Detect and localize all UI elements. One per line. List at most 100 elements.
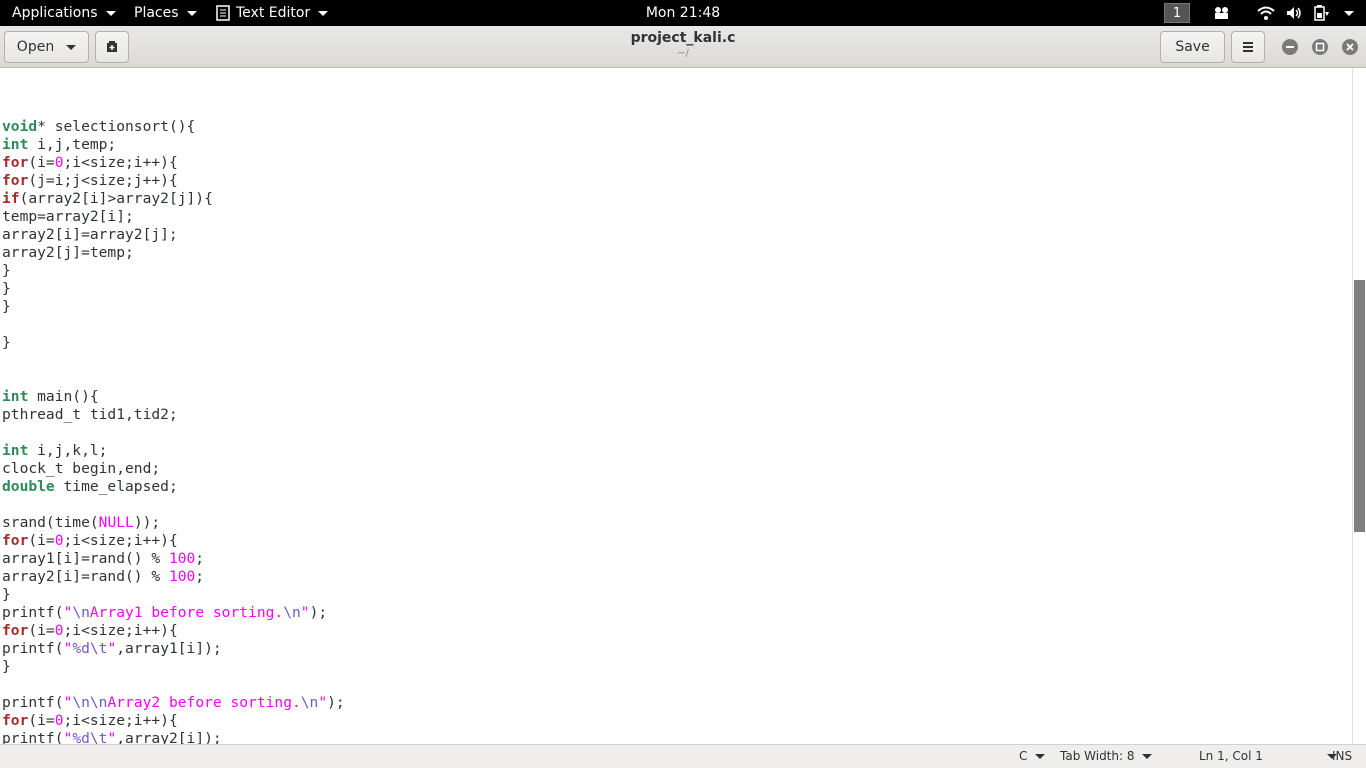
- code-line[interactable]: [2, 370, 345, 388]
- code-token: ": [63, 604, 73, 621]
- code-token: }: [2, 658, 11, 675]
- code-line[interactable]: [2, 100, 345, 118]
- code-line[interactable]: printf("%d\t",array2[i]);: [2, 730, 345, 744]
- minimize-icon: [1286, 46, 1294, 48]
- code-content[interactable]: void* selectionsort(){int i,j,temp; for(i…: [2, 100, 345, 744]
- save-button[interactable]: Save: [1160, 31, 1225, 63]
- code-token: );: [309, 604, 328, 621]
- code-token: printf(: [2, 604, 64, 621]
- code-token: ));: [133, 514, 161, 531]
- code-token: for: [2, 172, 29, 189]
- code-token: ,array1[i]);: [116, 640, 222, 657]
- code-token: ;i<size;i++){: [63, 154, 178, 171]
- camera-icon[interactable]: [1213, 4, 1231, 22]
- language-selector[interactable]: C: [1019, 745, 1046, 767]
- code-token: for: [2, 154, 29, 171]
- code-token: ": [107, 730, 117, 744]
- code-line[interactable]: array2[i]=array2[j];: [2, 226, 345, 244]
- wifi-icon[interactable]: [1257, 4, 1275, 22]
- code-line[interactable]: }: [2, 586, 345, 604]
- code-line[interactable]: for(i=0;i<size;i++){: [2, 622, 345, 640]
- maximize-button[interactable]: [1312, 39, 1328, 55]
- code-line[interactable]: }: [2, 334, 345, 352]
- code-token: ": [63, 694, 73, 711]
- code-line[interactable]: }: [2, 262, 345, 280]
- code-token: temp=array2[i];: [2, 208, 134, 225]
- scrollbar-thumb[interactable]: [1354, 280, 1365, 532]
- code-line[interactable]: temp=array2[i];: [2, 208, 345, 226]
- code-line[interactable]: double time_elapsed;: [2, 478, 345, 496]
- workspace-indicator[interactable]: 1: [1164, 3, 1190, 23]
- code-token: i,j,k,l;: [28, 442, 108, 459]
- code-token: 0: [54, 712, 64, 729]
- vertical-scrollbar[interactable]: [1352, 68, 1366, 744]
- code-token: Array2 before sorting.: [107, 694, 301, 711]
- code-line[interactable]: int main(){: [2, 388, 345, 406]
- code-token: printf(: [2, 694, 64, 711]
- code-token: }: [2, 298, 11, 315]
- code-line[interactable]: for(i=0;i<size;i++){: [2, 532, 345, 550]
- code-line[interactable]: }: [2, 658, 345, 676]
- minimize-button[interactable]: [1282, 39, 1298, 55]
- code-line[interactable]: int i,j,temp;: [2, 136, 345, 154]
- clock[interactable]: Mon 21:48: [0, 0, 1366, 26]
- code-token: (i=: [28, 154, 55, 171]
- code-token: \t: [89, 640, 108, 657]
- code-token: 100: [168, 550, 196, 567]
- code-line[interactable]: pthread_t tid1,tid2;: [2, 406, 345, 424]
- code-line[interactable]: void* selectionsort(){: [2, 118, 345, 136]
- code-editor[interactable]: void* selectionsort(){int i,j,temp; for(i…: [0, 68, 1352, 744]
- code-line[interactable]: int i,j,k,l;: [2, 442, 345, 460]
- code-line[interactable]: for(i=0;i<size;i++){: [2, 154, 345, 172]
- code-token: int: [2, 388, 29, 405]
- code-line[interactable]: for(j=i;j<size;j++){: [2, 172, 345, 190]
- code-line[interactable]: }: [2, 298, 345, 316]
- insert-mode-indicator: INS: [1332, 749, 1353, 763]
- hamburger-menu-button[interactable]: [1231, 31, 1265, 63]
- code-token: array1[i]=rand() %: [2, 550, 169, 567]
- tab-width-selector[interactable]: Tab Width: 8: [1060, 745, 1153, 767]
- code-token: Array1 before sorting.: [89, 604, 284, 621]
- code-line[interactable]: [2, 424, 345, 442]
- code-line[interactable]: [2, 676, 345, 694]
- code-line[interactable]: for(i=0;i<size;i++){: [2, 712, 345, 730]
- code-line[interactable]: clock_t begin,end;: [2, 460, 345, 478]
- code-token: %d: [72, 640, 90, 657]
- code-token: array2[j]=temp;: [2, 244, 134, 261]
- code-token: 0: [54, 622, 64, 639]
- code-token: i,j,temp;: [28, 136, 117, 153]
- code-token: double: [2, 478, 55, 495]
- battery-icon[interactable]: [1312, 4, 1330, 22]
- code-token: int: [2, 136, 29, 153]
- code-token: printf(: [2, 730, 64, 744]
- code-token: %d: [72, 730, 90, 744]
- code-line[interactable]: }: [2, 280, 345, 298]
- code-token: (i=: [28, 712, 55, 729]
- code-token: for: [2, 712, 29, 729]
- volume-icon[interactable]: [1285, 4, 1303, 22]
- code-token: ": [300, 604, 310, 621]
- system-menu-chevron-icon[interactable]: [1344, 11, 1354, 16]
- code-line[interactable]: if(array2[i]>array2[j]){: [2, 190, 345, 208]
- code-line[interactable]: [2, 316, 345, 334]
- code-line[interactable]: array2[i]=rand() % 100;: [2, 568, 345, 586]
- code-line[interactable]: [2, 496, 345, 514]
- code-token: printf(: [2, 640, 64, 657]
- code-line[interactable]: printf("\n\nArray2 before sorting.\n");: [2, 694, 345, 712]
- code-token: \n: [72, 604, 90, 621]
- code-token: ;i<size;i++){: [63, 712, 178, 729]
- code-line[interactable]: printf("\nArray1 before sorting.\n");: [2, 604, 345, 622]
- code-line[interactable]: [2, 352, 345, 370]
- code-token: NULL: [98, 514, 134, 531]
- cursor-position-selector[interactable]: Ln 1, Col 1: [1199, 745, 1337, 767]
- code-line[interactable]: array2[j]=temp;: [2, 244, 345, 262]
- code-token: ,array2[i]);: [116, 730, 222, 744]
- code-token: }: [2, 262, 11, 279]
- code-line[interactable]: srand(time(NULL));: [2, 514, 345, 532]
- code-line[interactable]: printf("%d\t",array1[i]);: [2, 640, 345, 658]
- close-button[interactable]: [1342, 39, 1358, 55]
- code-token: );: [327, 694, 345, 711]
- code-line[interactable]: array1[i]=rand() % 100;: [2, 550, 345, 568]
- code-token: ": [318, 694, 328, 711]
- code-token: time_elapsed;: [54, 478, 178, 495]
